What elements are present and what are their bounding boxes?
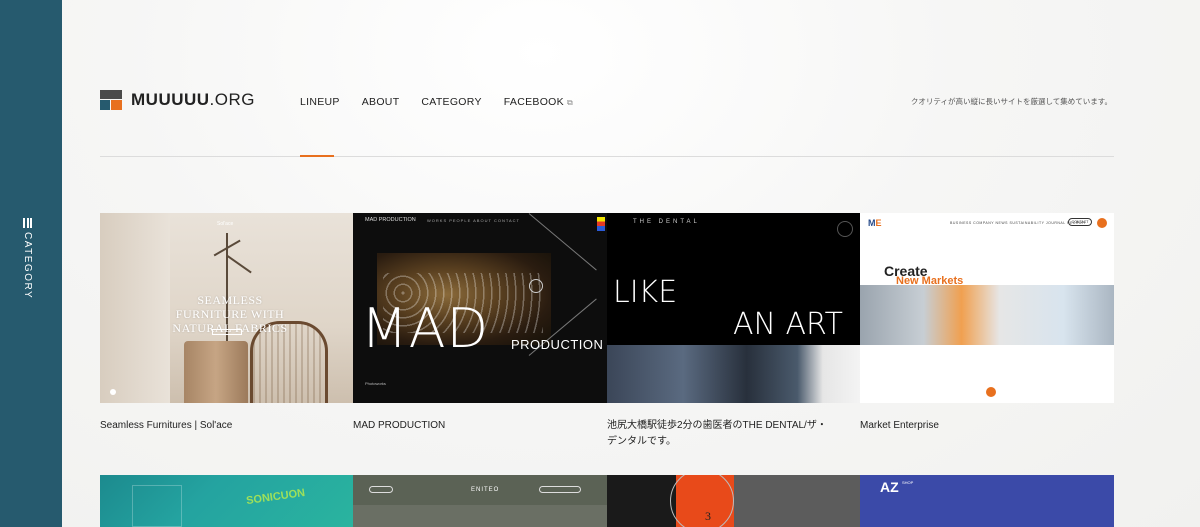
thumb-logo-sub: SHOP [902, 480, 914, 485]
thumb-headline: SONICUON [245, 486, 306, 508]
external-link-icon: ⧉ [566, 98, 573, 107]
site-thumbnail[interactable]: MAD PRODUCTION WORKS PEOPLE ABOUT CONTAC… [353, 213, 607, 403]
site-thumbnail[interactable]: 3 [607, 475, 861, 527]
thumb-nav: WORKS PEOPLE ABOUT CONTACT [427, 218, 520, 223]
thumb-headline: MAD [361, 297, 490, 360]
main-nav: LINEUP ABOUT CATEGORY FACEBOOK ⧉ [300, 96, 573, 108]
thumb-brand: Sol'ace [217, 221, 234, 227]
site-card[interactable]: ME BUSINESS COMPANY NEWS SUSTAINABILITY … [860, 213, 1114, 434]
active-nav-indicator [300, 155, 334, 157]
thumb-logo: AZ [880, 479, 899, 495]
site-thumbnail[interactable]: AZ SHOP [860, 475, 1114, 527]
logo-text: MUUUUU.ORG [131, 90, 255, 109]
site-card[interactable]: Sol'ace SEAMLESS FURNITURE WITH NATURAL … [100, 213, 354, 434]
site-thumbnail[interactable]: ENITEO [353, 475, 607, 527]
thumb-logo: ME [868, 218, 882, 228]
menu-icon [23, 218, 32, 228]
site-card[interactable]: MAD PRODUCTION WORKS PEOPLE ABOUT CONTAC… [353, 213, 607, 434]
site-card[interactable]: THE DENTAL LIKE AN ART 池尻大橋駅徒歩2分の歯医者のTHE… [607, 213, 861, 450]
thumb-title: MAD PRODUCTION [365, 217, 416, 223]
category-label: CATEGORY [22, 232, 33, 300]
play-icon [110, 389, 116, 395]
thumb-subline: New Markets [896, 275, 964, 287]
site-thumbnail[interactable]: Sol'ace SEAMLESS FURNITURE WITH NATURAL … [100, 213, 354, 403]
site-thumbnail[interactable]: SONICUON [100, 475, 354, 527]
site-thumbnail[interactable]: THE DENTAL LIKE AN ART [607, 213, 861, 403]
site-title[interactable]: Seamless Furnitures | Sol'ace [100, 418, 326, 434]
thumb-logo: ENITEO [471, 487, 500, 493]
logo-icon [100, 90, 122, 110]
site-title[interactable]: 池尻大橋駅徒歩2分の歯医者のTHE DENTAL/ザ・デンタルです。 [607, 418, 833, 450]
site-logo[interactable]: MUUUUU.ORG [100, 90, 255, 110]
category-toggle[interactable]: CATEGORY [22, 218, 33, 299]
thumb-subline: AN ART [733, 307, 844, 342]
nav-facebook-label: FACEBOOK [503, 96, 564, 108]
thumb-subline: PRODUCTION [511, 337, 604, 352]
header-divider [100, 156, 1114, 157]
category-sidebar[interactable]: CATEGORY [0, 0, 62, 527]
nav-category[interactable]: CATEGORY [421, 96, 481, 108]
thumb-headline: LIKE [613, 275, 678, 310]
thumb-nav: BUSINESS COMPANY NEWS SUSTAINABILITY JOU… [950, 221, 1087, 225]
site-title[interactable]: Market Enterprise [860, 418, 1086, 434]
nav-lineup[interactable]: LINEUP [300, 96, 340, 108]
thumb-title: THE DENTAL [633, 219, 700, 225]
site-tagline: クオリティが高い縦に長いサイトを厳選して集めています。 [910, 97, 1112, 106]
nav-facebook[interactable]: FACEBOOK ⧉ [504, 96, 573, 108]
thumb-contact: CONTACT [1068, 218, 1092, 226]
thumb-footer: Photoworks [365, 381, 386, 386]
site-title[interactable]: MAD PRODUCTION [353, 418, 579, 434]
thumb-number: 3 [705, 509, 711, 523]
nav-about[interactable]: ABOUT [362, 96, 400, 108]
site-thumbnail[interactable]: ME BUSINESS COMPANY NEWS SUSTAINABILITY … [860, 213, 1114, 403]
